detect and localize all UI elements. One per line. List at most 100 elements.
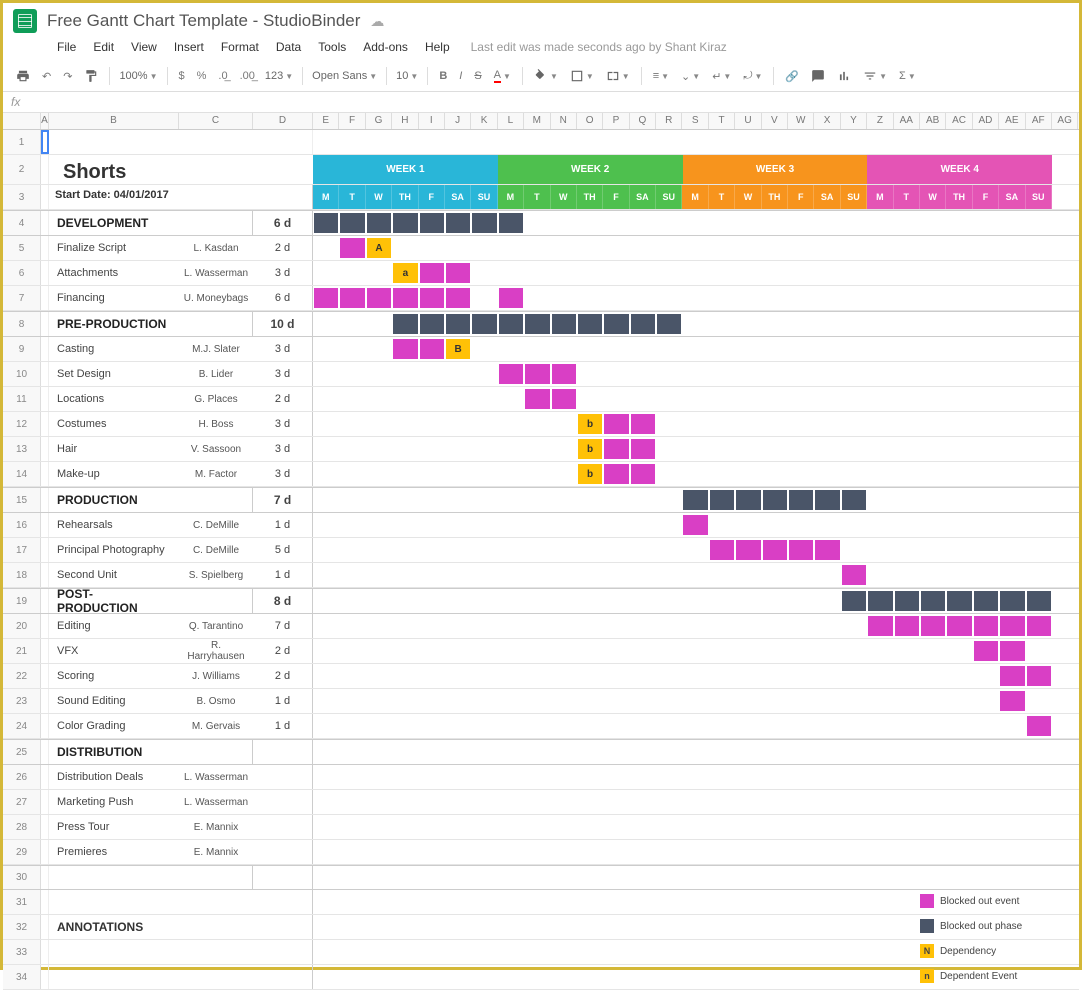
row-header[interactable]: 34 [3, 965, 41, 989]
row-header[interactable]: 25 [3, 740, 41, 764]
menu-insert[interactable]: Insert [166, 37, 212, 57]
row-header[interactable]: 23 [3, 689, 41, 713]
row-header[interactable]: 1 [3, 130, 41, 154]
col-header[interactable]: AF [1026, 113, 1052, 129]
menu-edit[interactable]: Edit [85, 37, 122, 57]
row-header[interactable]: 5 [3, 236, 41, 260]
col-header[interactable]: J [445, 113, 471, 129]
col-header[interactable]: AC [946, 113, 972, 129]
row-header[interactable]: 4 [3, 211, 41, 235]
text-color-icon[interactable]: A▼ [489, 65, 516, 87]
col-header[interactable]: AD [973, 113, 999, 129]
row-header[interactable]: 12 [3, 412, 41, 436]
row-header[interactable]: 21 [3, 639, 41, 663]
row-header[interactable]: 2 [3, 155, 41, 184]
select-all-corner[interactable] [3, 113, 41, 129]
row-header[interactable]: 16 [3, 513, 41, 537]
menu-tools[interactable]: Tools [310, 37, 354, 57]
row-header[interactable]: 32 [3, 915, 41, 939]
row-header[interactable]: 15 [3, 488, 41, 512]
undo-icon[interactable]: ↶ [37, 66, 56, 87]
insert-link-icon[interactable]: 🔗 [780, 66, 804, 87]
col-header[interactable]: V [762, 113, 788, 129]
menu-data[interactable]: Data [268, 37, 309, 57]
row-header[interactable]: 28 [3, 815, 41, 839]
col-header[interactable]: M [524, 113, 550, 129]
currency-icon[interactable]: $ [174, 66, 190, 86]
row-header[interactable]: 30 [3, 866, 41, 889]
col-header[interactable]: F [339, 113, 365, 129]
cell-A1-selected[interactable] [41, 130, 49, 154]
more-formats-dropdown[interactable]: 123▼ [262, 70, 296, 82]
font-size-dropdown[interactable]: 10▼ [393, 70, 421, 82]
col-header[interactable]: AA [894, 113, 920, 129]
col-header[interactable]: W [788, 113, 814, 129]
row-header[interactable]: 8 [3, 312, 41, 336]
row-header[interactable]: 31 [3, 890, 41, 914]
row-header[interactable]: 14 [3, 462, 41, 486]
formula-bar[interactable]: fx [3, 92, 1079, 113]
bold-icon[interactable]: B [434, 66, 452, 86]
col-header[interactable]: I [419, 113, 445, 129]
v-align-icon[interactable]: ⌄▼ [676, 66, 705, 87]
merge-cells-icon[interactable]: ▼ [601, 65, 635, 87]
font-dropdown[interactable]: Open Sans▼ [309, 70, 380, 82]
col-header[interactable]: P [603, 113, 629, 129]
strikethrough-icon[interactable]: S [469, 66, 486, 86]
col-header[interactable]: G [366, 113, 392, 129]
h-align-icon[interactable]: ≡▼ [648, 66, 674, 86]
col-header[interactable]: D [253, 113, 313, 129]
col-header[interactable]: O [577, 113, 603, 129]
col-header[interactable]: Q [630, 113, 656, 129]
text-wrap-icon[interactable]: ↵▼ [707, 66, 736, 87]
row-header[interactable]: 6 [3, 261, 41, 285]
col-header[interactable]: H [392, 113, 418, 129]
col-header[interactable]: X [814, 113, 840, 129]
row-header[interactable]: 22 [3, 664, 41, 688]
italic-icon[interactable]: I [454, 66, 467, 86]
row-header[interactable]: 9 [3, 337, 41, 361]
col-header[interactable]: L [498, 113, 524, 129]
decrease-decimal-icon[interactable]: .0̲ [213, 66, 232, 86]
col-header[interactable]: R [656, 113, 682, 129]
redo-icon[interactable]: ↷ [58, 66, 77, 87]
menu-help[interactable]: Help [417, 37, 458, 57]
col-header[interactable]: K [471, 113, 497, 129]
zoom-dropdown[interactable]: 100%▼ [116, 70, 160, 82]
col-header[interactable]: N [551, 113, 577, 129]
row-header[interactable]: 13 [3, 437, 41, 461]
sheets-logo-icon[interactable] [13, 9, 37, 33]
row-header[interactable]: 27 [3, 790, 41, 814]
document-title[interactable]: Free Gantt Chart Template - StudioBinder [47, 11, 360, 31]
spreadsheet-grid[interactable]: 1 2 Shorts WEEK 1 WEEK 2 WEEK 3 WEEK 4 3… [3, 130, 1079, 990]
col-header[interactable]: A [41, 113, 49, 129]
row-header[interactable]: 18 [3, 563, 41, 587]
row-header[interactable]: 26 [3, 765, 41, 789]
row-header[interactable]: 20 [3, 614, 41, 638]
col-header[interactable]: AG [1052, 113, 1078, 129]
menu-view[interactable]: View [123, 37, 165, 57]
menu-format[interactable]: Format [213, 37, 267, 57]
menu-file[interactable]: File [49, 37, 84, 57]
row-header[interactable]: 10 [3, 362, 41, 386]
fill-color-icon[interactable]: ▼ [529, 65, 563, 87]
edit-status[interactable]: Last edit was made seconds ago by Shant … [471, 40, 727, 54]
row-header[interactable]: 3 [3, 185, 41, 209]
col-header[interactable]: T [709, 113, 735, 129]
row-header[interactable]: 19 [3, 589, 41, 613]
col-header[interactable]: S [682, 113, 708, 129]
col-header[interactable]: Y [841, 113, 867, 129]
row-header[interactable]: 33 [3, 940, 41, 964]
insert-chart-icon[interactable] [832, 65, 856, 87]
col-header[interactable]: AB [920, 113, 946, 129]
filter-icon[interactable]: ▼ [858, 65, 892, 87]
row-header[interactable]: 29 [3, 840, 41, 864]
percent-icon[interactable]: % [192, 66, 212, 86]
paint-format-icon[interactable] [79, 65, 103, 87]
col-header[interactable]: U [735, 113, 761, 129]
col-header[interactable]: C [179, 113, 253, 129]
col-header[interactable]: Z [867, 113, 893, 129]
print-icon[interactable] [11, 65, 35, 87]
row-header[interactable]: 24 [3, 714, 41, 738]
row-header[interactable]: 17 [3, 538, 41, 562]
